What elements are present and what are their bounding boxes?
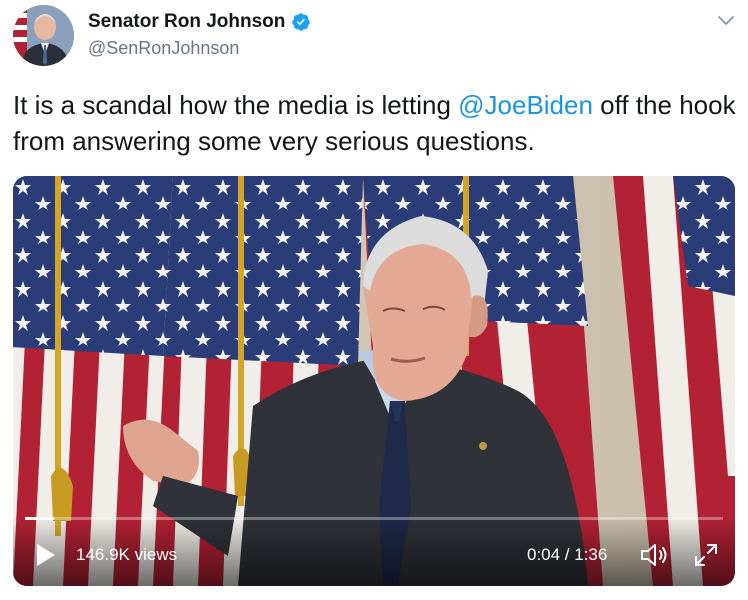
author-handle[interactable]: @SenRonJohnson [88,38,239,59]
author-name[interactable]: Senator Ron Johnson [88,11,285,33]
tweet-text: It is a scandal how the media is letting… [13,87,738,159]
avatar-image [13,5,74,66]
author-name-row[interactable]: Senator Ron Johnson [88,11,311,33]
volume-icon[interactable] [639,542,671,568]
video-player[interactable]: 146.9K views 0:04 / 1:36 [13,176,735,586]
video-progress-fill [25,517,55,520]
play-icon[interactable] [35,542,57,568]
mention-link[interactable]: @JoeBiden [458,90,593,120]
verified-badge-icon [292,13,311,31]
avatar[interactable] [13,5,74,66]
video-time: 0:04 / 1:36 [527,545,608,564]
tweet-text-before: It is a scandal how the media is letting [13,90,459,120]
video-view-count: 146.9K views [76,545,178,564]
chevron-down-icon[interactable] [716,12,736,28]
fullscreen-icon[interactable] [693,542,719,568]
video-progress-bar[interactable] [25,517,723,520]
